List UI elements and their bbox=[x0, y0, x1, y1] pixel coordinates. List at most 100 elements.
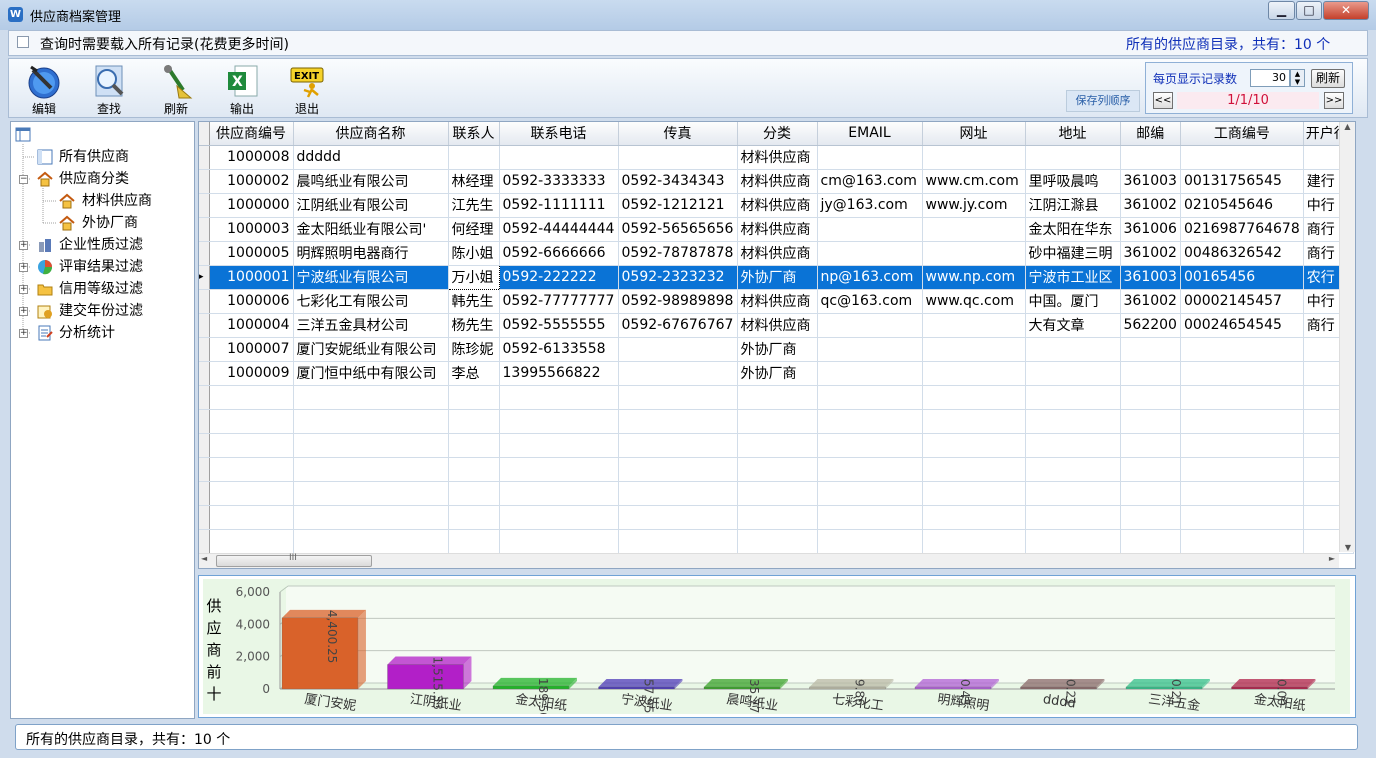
table-cell[interactable]: 1000003 bbox=[209, 217, 294, 242]
vertical-scrollbar[interactable]: ▲ ▼ bbox=[1339, 122, 1355, 552]
edit-button[interactable]: 编辑 bbox=[14, 62, 74, 116]
table-cell[interactable] bbox=[922, 313, 1026, 338]
table-row[interactable]: 1000006 七彩化工有限公司 韩先生 0592-77777777 0592-9898… bbox=[199, 289, 1354, 314]
table-cell[interactable]: 七彩化工有限公司 bbox=[293, 289, 449, 314]
table-cell[interactable] bbox=[817, 145, 923, 170]
table-cell[interactable] bbox=[922, 337, 1026, 362]
table-cell[interactable] bbox=[1120, 145, 1181, 170]
table-cell[interactable]: 0592-6133558 bbox=[499, 337, 619, 362]
table-cell[interactable]: 陈珍妮 bbox=[448, 337, 500, 362]
expand-toggle[interactable]: + bbox=[19, 307, 28, 316]
horizontal-scroll-thumb[interactable]: III bbox=[216, 553, 372, 567]
table-cell[interactable] bbox=[817, 241, 923, 266]
table-cell[interactable]: 中国。厦门 bbox=[1025, 289, 1121, 314]
table-cell[interactable]: 大有文章 bbox=[1025, 313, 1121, 338]
table-cell[interactable]: 1000004 bbox=[209, 313, 294, 338]
table-cell[interactable]: 0592-67676767 bbox=[618, 313, 738, 338]
table-cell[interactable] bbox=[817, 361, 923, 386]
table-cell[interactable]: 材料供应商 bbox=[737, 217, 818, 242]
table-cell[interactable]: 材料供应商 bbox=[737, 241, 818, 266]
table-cell[interactable] bbox=[1025, 145, 1121, 170]
table-cell[interactable] bbox=[618, 145, 738, 170]
table-cell[interactable]: 0210545646 bbox=[1180, 193, 1304, 218]
table-cell[interactable]: 材料供应商 bbox=[737, 289, 818, 314]
table-cell[interactable]: 宁波纸业有限公司 bbox=[293, 265, 449, 290]
close-button[interactable]: ✕ bbox=[1323, 1, 1369, 20]
export-button[interactable]: X 输出 bbox=[212, 62, 272, 116]
table-cell[interactable] bbox=[1025, 361, 1121, 386]
table-cell[interactable]: 材料供应商 bbox=[737, 169, 818, 194]
row-indicator[interactable] bbox=[199, 145, 210, 170]
pager-refresh-button[interactable]: 刷新 bbox=[1311, 69, 1345, 88]
table-cell[interactable]: 1000001 bbox=[209, 265, 294, 290]
column-header[interactable]: 工商编号 bbox=[1180, 122, 1304, 146]
table-cell[interactable]: 1000007 bbox=[209, 337, 294, 362]
table-cell[interactable]: 材料供应商 bbox=[737, 313, 818, 338]
row-indicator[interactable] bbox=[199, 289, 210, 314]
table-cell[interactable]: www.qc.com bbox=[922, 289, 1026, 314]
table-cell[interactable]: 562200 bbox=[1120, 313, 1181, 338]
table-cell[interactable]: 1000002 bbox=[209, 169, 294, 194]
table-cell[interactable]: 里呼吸晨鸣 bbox=[1025, 169, 1121, 194]
table-cell[interactable]: 1000009 bbox=[209, 361, 294, 386]
find-button[interactable]: 查找 bbox=[79, 62, 139, 116]
table-cell[interactable]: 0592-2323232 bbox=[618, 265, 738, 290]
column-header[interactable]: 分类 bbox=[737, 122, 818, 146]
table-cell[interactable]: 江阴江滁县 bbox=[1025, 193, 1121, 218]
table-cell[interactable] bbox=[618, 361, 738, 386]
table-cell[interactable]: 361003 bbox=[1120, 265, 1181, 290]
table-cell[interactable]: www.cm.com bbox=[922, 169, 1026, 194]
table-cell[interactable]: 宁波市工业区 bbox=[1025, 265, 1121, 290]
table-cell[interactable]: 0592-3434343 bbox=[618, 169, 738, 194]
table-cell[interactable]: 0592-1111111 bbox=[499, 193, 619, 218]
table-cell[interactable] bbox=[1180, 145, 1304, 170]
table-cell[interactable]: 韩先生 bbox=[448, 289, 500, 314]
table-row[interactable]: 1000000 江阴纸业有限公司 江先生 0592-1111111 0592-12121… bbox=[199, 193, 1354, 218]
table-cell[interactable]: np@163.com bbox=[817, 265, 923, 290]
column-header[interactable]: 网址 bbox=[922, 122, 1026, 146]
table-row[interactable]: 1000002 晨鸣纸业有限公司 林经理 0592-3333333 0592-34343… bbox=[199, 169, 1354, 194]
save-column-order-button[interactable]: 保存列顺序 bbox=[1066, 90, 1140, 112]
table-cell[interactable] bbox=[1180, 337, 1304, 362]
refresh-tool-button[interactable]: 刷新 bbox=[146, 62, 206, 116]
table-cell[interactable]: 江先生 bbox=[448, 193, 500, 218]
table-cell[interactable]: 江阴纸业有限公司 bbox=[293, 193, 449, 218]
table-cell[interactable]: 361002 bbox=[1120, 193, 1181, 218]
table-cell[interactable]: 材料供应商 bbox=[737, 193, 818, 218]
table-cell[interactable] bbox=[618, 337, 738, 362]
table-cell[interactable]: 三洋五金具材公司 bbox=[293, 313, 449, 338]
expand-toggle[interactable]: + bbox=[19, 285, 28, 294]
table-cell[interactable]: jy@163.com bbox=[817, 193, 923, 218]
expand-toggle[interactable]: + bbox=[19, 263, 28, 272]
column-header[interactable]: 供应商编号 bbox=[209, 122, 294, 146]
table-cell[interactable] bbox=[922, 217, 1026, 242]
table-cell[interactable]: 陈小姐 bbox=[448, 241, 500, 266]
column-header[interactable]: 邮编 bbox=[1120, 122, 1181, 146]
tree-item-material-supplier[interactable]: 材料供应商 bbox=[82, 191, 152, 211]
table-cell[interactable]: 0592-3333333 bbox=[499, 169, 619, 194]
minimize-button[interactable]: ▁ bbox=[1268, 1, 1295, 20]
table-cell[interactable]: 1000005 bbox=[209, 241, 294, 266]
table-cell[interactable]: 0592-5555555 bbox=[499, 313, 619, 338]
tree-item-all-suppliers[interactable]: 所有供应商 bbox=[59, 147, 129, 167]
row-indicator[interactable] bbox=[199, 193, 210, 218]
table-cell[interactable]: 厦门恒中纸中有限公司 bbox=[293, 361, 449, 386]
table-cell[interactable]: 0592-56565656 bbox=[618, 217, 738, 242]
table-cell[interactable]: 361002 bbox=[1120, 289, 1181, 314]
table-cell[interactable]: 13995566822 bbox=[499, 361, 619, 386]
table-cell[interactable]: cm@163.com bbox=[817, 169, 923, 194]
table-cell[interactable]: 1000000 bbox=[209, 193, 294, 218]
table-cell[interactable]: 杨先生 bbox=[448, 313, 500, 338]
table-cell[interactable]: ddddd bbox=[293, 145, 449, 170]
column-header[interactable]: 联系人 bbox=[448, 122, 500, 146]
column-header[interactable]: 地址 bbox=[1025, 122, 1121, 146]
table-cell[interactable] bbox=[1120, 361, 1181, 386]
table-row[interactable]: 1000007 厦门安妮纸业有限公司 陈珍妮 0592-6133558 外协厂商 bbox=[199, 337, 1354, 362]
table-cell[interactable]: 万小姐 bbox=[447, 264, 500, 290]
row-indicator[interactable] bbox=[199, 337, 210, 362]
table-cell[interactable]: 0592-78787878 bbox=[618, 241, 738, 266]
table-cell[interactable]: www.jy.com bbox=[922, 193, 1026, 218]
table-cell[interactable]: 00024654545 bbox=[1180, 313, 1304, 338]
table-cell[interactable] bbox=[817, 217, 923, 242]
row-indicator[interactable] bbox=[199, 241, 210, 266]
